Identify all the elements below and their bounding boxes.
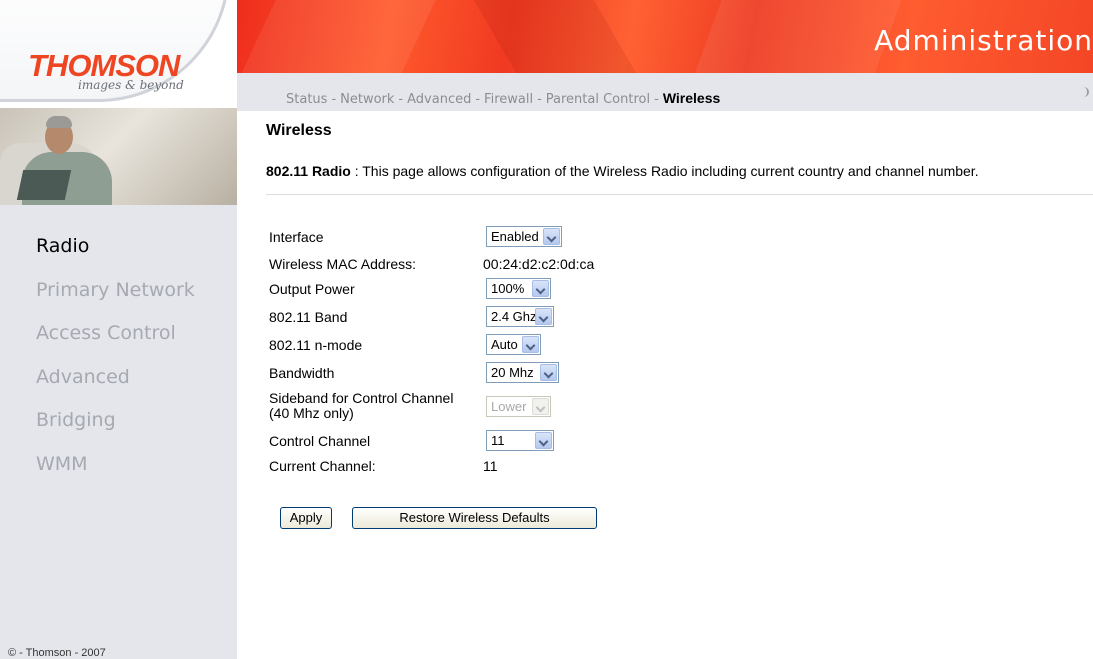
chevron-down-icon	[532, 280, 549, 297]
current-channel-label: Current Channel:	[269, 458, 376, 474]
interface-select[interactable]: Enabled	[486, 226, 562, 247]
tab-separator: -	[654, 92, 659, 107]
sideband-label-line1: Sideband for Control Channel	[269, 390, 454, 406]
nmode-select-value: Auto	[491, 337, 518, 352]
chevron-down-icon	[540, 364, 557, 381]
tab-separator: -	[331, 92, 337, 107]
description-heading: 802.11 Radio	[266, 163, 351, 179]
tab-separator: -	[537, 92, 542, 107]
nmode-select[interactable]: Auto	[486, 334, 541, 355]
sideband-label-line2: (40 Mhz only)	[269, 405, 354, 421]
chevron-down-icon	[535, 432, 552, 449]
band-select-value: 2.4 Ghz	[491, 309, 537, 324]
banner-shape	[237, 0, 464, 73]
sidebar-item-wmm[interactable]: WMM	[36, 453, 195, 497]
bandwidth-label: Bandwidth	[269, 365, 335, 381]
sidebar-item-radio[interactable]: Radio	[36, 235, 195, 279]
tab-separator: -	[475, 92, 481, 107]
top-nav-bar: Status - Network - Advanced - Firewall - Parenta…	[237, 73, 1093, 111]
band-label: 802.11 Band	[269, 309, 348, 325]
sidebar-item-primary-network[interactable]: Primary Network	[36, 279, 195, 323]
tab-advanced[interactable]: Advanced	[407, 92, 471, 107]
sidebar-nav: Radio Primary Network Access Control Adv…	[36, 235, 195, 496]
curve-decoration-icon	[1083, 87, 1089, 97]
control-channel-select[interactable]: 11	[486, 430, 554, 451]
chevron-down-icon	[522, 336, 539, 353]
photo-laptop	[16, 170, 72, 200]
sideband-label: Sideband for Control Channel (40 Mhz onl…	[269, 391, 453, 421]
sideband-select[interactable]: Lower	[486, 396, 551, 417]
main-content: Wireless 802.11 Radio : This page allows…	[266, 111, 1093, 659]
thomson-logo: THOMSON images & beyond	[0, 0, 237, 108]
left-column: THOMSON images & beyond Radio Primary Ne…	[0, 0, 237, 659]
copyright-text: © - Thomson - 2007	[8, 647, 106, 659]
chevron-down-icon	[532, 398, 549, 415]
restore-defaults-button[interactable]: Restore Wireless Defaults	[352, 507, 597, 529]
chevron-down-icon	[535, 308, 552, 325]
control-channel-select-value: 11	[491, 433, 505, 448]
divider	[266, 194, 1093, 195]
top-nav-tabs: Status - Network - Advanced - Firewall - Parenta…	[286, 90, 720, 107]
output-power-select-value: 100%	[491, 281, 525, 296]
apply-button[interactable]: Apply	[280, 507, 332, 529]
nmode-label: 802.11 n-mode	[269, 337, 363, 353]
banner-shape	[439, 0, 675, 73]
tab-separator: -	[398, 92, 404, 107]
interface-select-value: Enabled	[491, 229, 539, 244]
current-channel-value: 11	[483, 458, 498, 474]
sidebar-item-access-control[interactable]: Access Control	[36, 322, 195, 366]
header-title: Administration	[874, 24, 1093, 57]
output-power-label: Output Power	[269, 281, 355, 297]
header-photo	[0, 108, 237, 205]
sidebar-item-bridging[interactable]: Bridging	[36, 409, 195, 453]
page-title: Wireless	[266, 122, 332, 139]
logo-tagline: images & beyond	[78, 78, 184, 92]
bandwidth-select-value: 20 Mhz	[491, 365, 534, 380]
tab-wireless[interactable]: Wireless	[663, 90, 720, 106]
sideband-select-value: Lower	[491, 399, 527, 414]
tab-firewall[interactable]: Firewall	[484, 92, 533, 107]
band-select[interactable]: 2.4 Ghz	[486, 306, 554, 327]
output-power-select[interactable]: 100%	[486, 278, 551, 299]
tab-status[interactable]: Status	[286, 92, 327, 107]
tab-parental-control[interactable]: Parental Control	[546, 92, 650, 107]
bandwidth-select[interactable]: 20 Mhz	[486, 362, 559, 383]
sidebar-item-advanced[interactable]: Advanced	[36, 366, 195, 410]
mac-value: 00:24:d2:c2:0d:ca	[483, 256, 595, 272]
tab-network[interactable]: Network	[340, 92, 394, 107]
header-banner: Administration	[237, 0, 1093, 73]
photo-person-hair	[46, 116, 72, 128]
chevron-down-icon	[543, 228, 560, 245]
mac-label: Wireless MAC Address:	[269, 256, 417, 272]
description-text: : This page allows configuration of the …	[350, 163, 979, 179]
interface-label: Interface	[269, 229, 324, 245]
page-description: 802.11 Radio : This page allows configur…	[266, 163, 979, 179]
control-channel-label: Control Channel	[269, 433, 371, 449]
